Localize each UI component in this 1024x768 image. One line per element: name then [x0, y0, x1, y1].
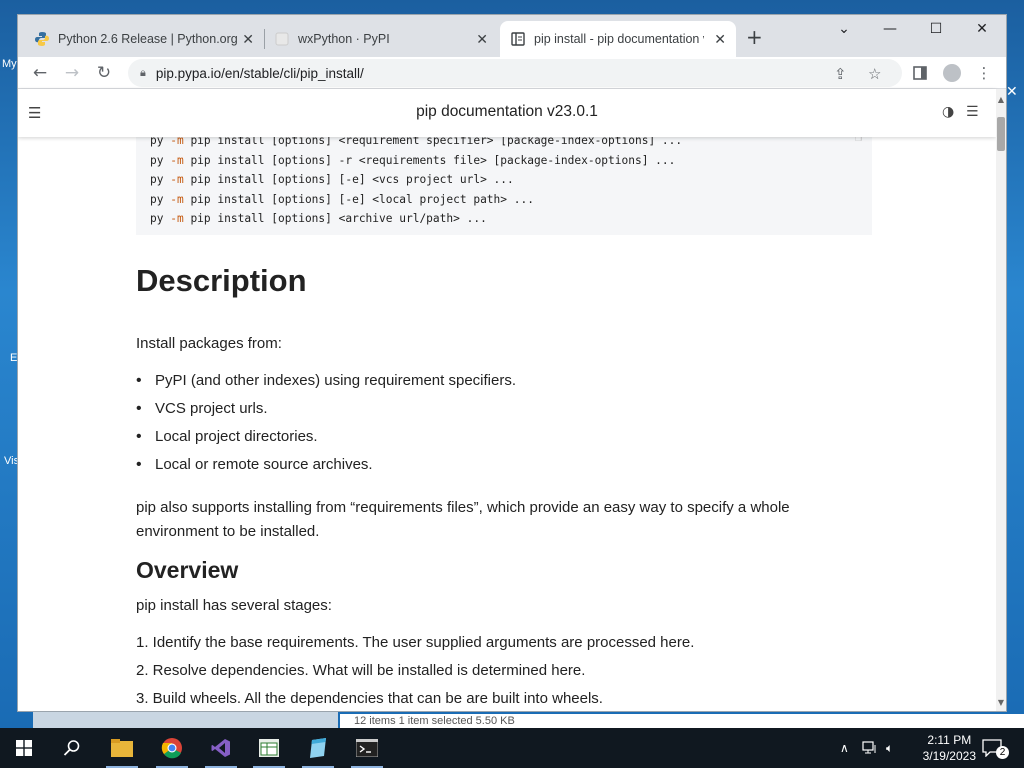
code-line: py -m pip install [options] [-e] <vcs pr…	[150, 173, 514, 187]
file-explorer-icon[interactable]	[98, 728, 146, 768]
theme-toggle-icon[interactable]: ◑	[942, 104, 954, 120]
main-content: ❐ py -m pip install [options] <requireme…	[18, 137, 996, 711]
code-block: ❐ py -m pip install [options] <requireme…	[136, 137, 872, 235]
new-tab-button[interactable]: +	[746, 25, 763, 49]
clock[interactable]: 2:11 PM 3/19/2023	[923, 732, 976, 764]
tray-chevron-icon[interactable]: ∧	[840, 728, 849, 768]
lock-icon[interactable]: 🔒︎	[140, 67, 146, 80]
tab-separator	[264, 29, 265, 49]
chevron-down-icon[interactable]: ⌄	[821, 15, 867, 43]
search-icon[interactable]	[48, 728, 96, 768]
sidebar-icon[interactable]	[908, 61, 932, 85]
page-scrollbar[interactable]: ▲ ▼	[996, 89, 1006, 711]
overview-heading: Overview	[136, 557, 239, 583]
code-line: py -m pip install [options] [-e] <local …	[150, 192, 534, 206]
requirements-paragraph-line: pip also supports installing from “requi…	[136, 499, 790, 516]
browser-window: Python 2.6 Release | Python.org ✕ wxPyth…	[18, 15, 1006, 711]
start-icon[interactable]	[0, 728, 48, 768]
menu-kebab-icon[interactable]: ⋮	[972, 61, 996, 85]
clock-date: 3/19/2023	[922, 749, 976, 763]
spreadsheet-icon[interactable]	[245, 728, 293, 768]
url-text[interactable]: pip.pypa.io/en/stable/cli/pip_install/	[156, 66, 364, 81]
visual-studio-icon[interactable]	[197, 728, 245, 768]
copy-icon[interactable]: ❐	[855, 137, 862, 144]
tab-label: Python 2.6 Release | Python.org	[58, 32, 238, 46]
chrome-icon[interactable]	[148, 728, 196, 768]
toc-icon[interactable]: ☰	[966, 104, 979, 120]
bullet-icon: •	[136, 456, 142, 473]
list-item: 2. Resolve dependencies. What will be in…	[136, 662, 586, 679]
requirements-paragraph-line: environment to be installed.	[136, 523, 320, 540]
tab-wxpython[interactable]: wxPython · PyPI ✕	[274, 21, 498, 57]
bullet-icon: •	[136, 372, 142, 389]
docs-site-title[interactable]: pip documentation v23.0.1	[18, 103, 996, 121]
browser-toolbar: ← → ↻ 🔒︎ pip.pypa.io/en/stable/cli/pip_i…	[18, 57, 1006, 89]
volume-icon[interactable]: 🔈︎	[886, 728, 893, 768]
scroll-up-icon[interactable]: ▲	[996, 95, 1006, 104]
bullet-icon: •	[136, 428, 142, 445]
desktop-icon-label[interactable]: E	[10, 352, 17, 364]
list-item: Local project directories.	[155, 428, 318, 445]
install-intro: Install packages from:	[136, 335, 282, 352]
address-bar[interactable]: 🔒︎ pip.pypa.io/en/stable/cli/pip_install…	[128, 59, 902, 87]
star-icon[interactable]: ☆	[868, 65, 881, 83]
forward-arrow-icon[interactable]: →	[60, 61, 84, 85]
minimize-icon[interactable]: —	[867, 15, 913, 43]
code-line: py -m pip install [options] -r <requirem…	[150, 153, 676, 167]
maximize-icon[interactable]: ☐	[913, 15, 959, 43]
scrollbar-thumb[interactable]	[997, 117, 1005, 151]
profile-avatar[interactable]	[940, 61, 964, 85]
notepad-icon[interactable]	[294, 728, 342, 768]
code-line: py -m pip install [options] <requirement…	[150, 137, 683, 147]
list-item: 1. Identify the base requirements. The u…	[136, 634, 695, 651]
taskbar: ∧ 🔈︎ 2:11 PM 3/19/2023 2	[0, 728, 1024, 768]
bullet-icon: •	[136, 400, 142, 417]
tab-python-release[interactable]: Python 2.6 Release | Python.org ✕	[34, 21, 264, 57]
overview-intro: pip install has several stages:	[136, 597, 332, 614]
description-heading: Description	[136, 263, 307, 298]
scroll-down-icon[interactable]: ▼	[996, 698, 1006, 707]
tab-label: wxPython · PyPI	[298, 32, 390, 46]
network-icon[interactable]	[862, 728, 878, 768]
explorer-window-fragment	[33, 708, 338, 728]
share-icon[interactable]: ⇪	[834, 65, 847, 83]
reload-icon[interactable]: ↻	[92, 61, 116, 85]
tab-label: pip install - pip documentation v	[534, 32, 704, 46]
desktop-icon-label[interactable]: My	[2, 58, 17, 70]
docs-header: ☰ pip documentation v23.0.1 ◑ ☰	[18, 89, 996, 137]
docs-icon	[510, 31, 526, 47]
close-icon[interactable]: ✕	[714, 31, 726, 48]
notification-count: 2	[996, 746, 1009, 759]
close-icon[interactable]: ✕	[476, 31, 488, 48]
pypi-icon	[274, 31, 290, 47]
desktop-icon-label[interactable]: Vis	[4, 455, 19, 467]
code-line: py -m pip install [options] <archive url…	[150, 212, 487, 226]
close-icon[interactable]: ✕	[242, 31, 254, 48]
tab-pip-install[interactable]: pip install - pip documentation v ✕	[500, 21, 736, 57]
list-item: VCS project urls.	[155, 400, 268, 417]
python-icon	[34, 31, 50, 47]
clock-time: 2:11 PM	[927, 733, 972, 747]
tab-strip: Python 2.6 Release | Python.org ✕ wxPyth…	[18, 15, 1006, 57]
close-window-icon[interactable]: ✕	[959, 15, 1005, 43]
back-arrow-icon[interactable]: ←	[28, 61, 52, 85]
explorer-status-bar: 12 items 1 item selected 5.50 KB	[340, 714, 1024, 728]
notification-center-icon[interactable]: 2	[982, 728, 1009, 768]
list-item: 3. Build wheels. All the dependencies th…	[136, 690, 603, 707]
close-icon[interactable]: ✕	[1006, 84, 1024, 114]
list-item: Local or remote source archives.	[155, 456, 373, 473]
terminal-icon[interactable]	[343, 728, 391, 768]
list-item: PyPI (and other indexes) using requireme…	[155, 372, 517, 389]
